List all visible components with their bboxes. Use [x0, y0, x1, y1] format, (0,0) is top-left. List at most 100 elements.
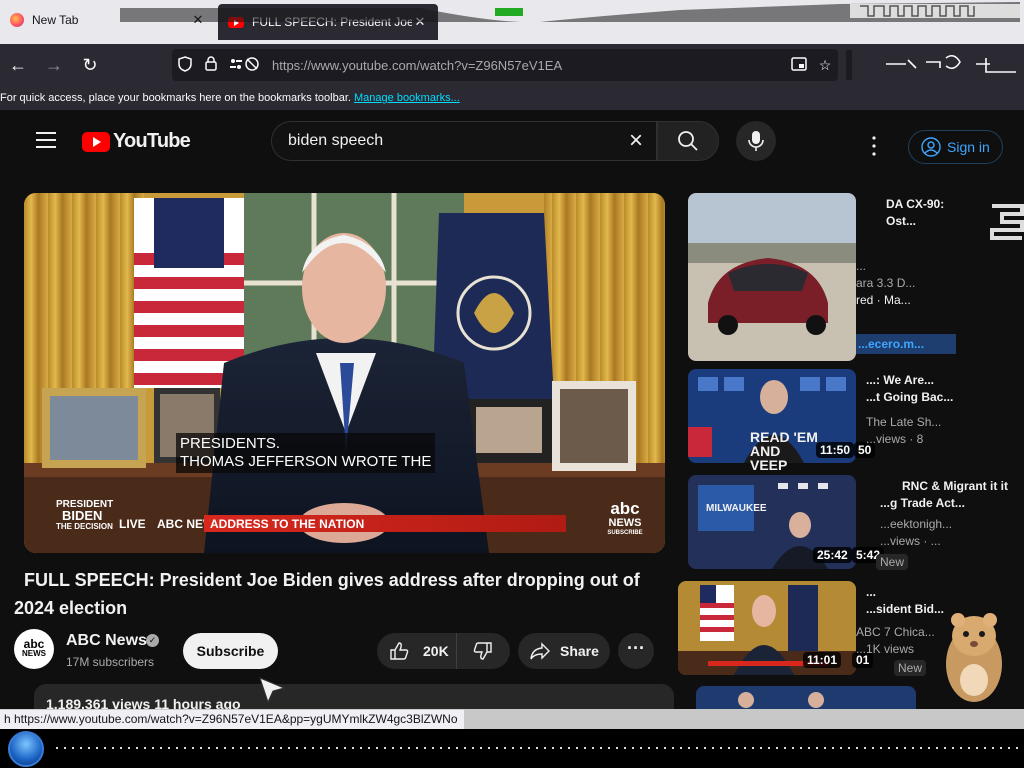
avatar-text: abc: [23, 637, 45, 651]
rec-line: ...views · 8: [866, 432, 924, 446]
recommended-meta: ABC 7 Chica... ...1K views: [856, 624, 935, 658]
url-text[interactable]: https://www.youtube.com/watch?v=Z96N57eV…: [272, 58, 786, 73]
recommended-title: ... ...sident Bid...: [866, 584, 944, 618]
recommended-meta: ... ara 3.3 D... red · Ma...: [856, 258, 915, 309]
status-strip: [464, 709, 1024, 729]
bookmarks-toolbar: For quick access, place your bookmarks h…: [0, 86, 1024, 110]
tab-bar: New Tab ✕ FULL SPEECH: President Joe Bid…: [0, 0, 1024, 44]
rec-line: Ost...: [886, 214, 917, 228]
forward-arrow-icon[interactable]: →: [36, 55, 72, 76]
caption-line: PRESIDENTS.: [180, 435, 281, 452]
sign-in-button[interactable]: Sign in: [908, 130, 1003, 164]
share-button[interactable]: Share: [518, 633, 610, 669]
recommended-title: ...: We Are... ...t Going Bac...: [866, 372, 953, 406]
rec-line: ...g Trade Act...: [880, 496, 965, 510]
firefox-icon: [10, 13, 24, 27]
share-arrow-icon: [530, 642, 550, 660]
search-button[interactable]: [657, 121, 719, 161]
recommended-thumbnail[interactable]: [688, 193, 856, 361]
rec-line: ...views · ...: [880, 534, 941, 548]
navigation-toolbar: ← → ↻ https://www.youtube.com/watch?v=Z9…: [0, 44, 1024, 86]
live-label: LIVE: [119, 517, 146, 531]
rec-line: ...: [866, 585, 877, 599]
avatar-text: NEWS: [22, 649, 46, 658]
voice-search-button[interactable]: [736, 121, 776, 161]
rec-line: ara 3.3 D...: [856, 276, 916, 290]
glitch-artifact: [990, 204, 1024, 240]
program-logo: PRESIDENT BIDEN THE DECISION: [56, 500, 113, 532]
microphone-icon: [748, 131, 764, 151]
recommended-meta: ...eektonigh... ...views · ...: [880, 516, 952, 550]
search-input[interactable]: biden speech ×: [271, 121, 657, 161]
thumbs-down-icon: [473, 642, 492, 660]
channel-avatar[interactable]: abc NEWS: [14, 629, 54, 669]
thumbnail-overlay-text: MILWAUKEE: [706, 503, 767, 514]
reload-icon[interactable]: ↻: [72, 55, 108, 76]
video-duration: 11:01: [803, 652, 842, 668]
lock-icon[interactable]: [198, 56, 224, 74]
rec-line: ABC 7 Chica...: [856, 625, 935, 639]
recommended-title: DA CX-90: Ost...: [886, 196, 944, 230]
rec-line: ...: [856, 259, 867, 273]
os-taskbar: [0, 729, 1024, 768]
more-actions-icon[interactable]: ···: [618, 633, 654, 669]
like-button[interactable]: 20K: [377, 633, 457, 669]
rec-line: ...t Going Bac...: [866, 390, 954, 404]
like-count: 20K: [423, 643, 449, 659]
like-dislike-group: 20K: [377, 633, 510, 669]
youtube-play-icon: [82, 131, 110, 152]
sign-in-label: Sign in: [947, 139, 990, 155]
picture-in-picture-icon[interactable]: [786, 56, 812, 74]
rec-line: ...1K views: [856, 642, 915, 656]
rec-line: The Late Sh...: [866, 415, 942, 429]
start-menu-icon[interactable]: [8, 731, 44, 767]
back-arrow-icon[interactable]: ←: [0, 55, 36, 76]
video-player[interactable]: [24, 193, 665, 553]
settings-dots-icon[interactable]: [868, 132, 904, 160]
hamburger-menu-icon[interactable]: [36, 132, 56, 153]
dislike-button[interactable]: [457, 633, 509, 669]
rec-line: red · Ma...: [856, 293, 911, 307]
bookmarks-hint: For quick access, place your bookmarks h…: [0, 92, 351, 104]
recommended-title: RNC & Migrant it it ...g Trade Act...: [880, 478, 1008, 512]
video-title: FULL SPEECH: President Joe Biden gives a…: [14, 570, 640, 618]
video-frame: [24, 193, 665, 553]
lower-third-headline: ADDRESS TO THE NATION: [210, 517, 365, 531]
program-line: BIDEN: [62, 508, 103, 523]
recommended-meta: The Late Sh... ...views · 8: [866, 414, 941, 448]
search-query[interactable]: biden speech: [288, 132, 616, 150]
mouse-cursor-icon: [259, 677, 286, 704]
video-captions: PRESIDENTS. THOMAS JEFFERSON WROTE THE: [176, 433, 436, 473]
address-bar[interactable]: https://www.youtube.com/watch?v=Z96N57eV…: [172, 49, 838, 81]
hamster-sticker: [946, 613, 1002, 702]
youtube-header: YouTube biden speech × Sign in: [0, 110, 1024, 172]
recommended-thumbnail[interactable]: [696, 686, 916, 709]
video-duration: 25:42: [813, 547, 852, 563]
permissions-icon[interactable]: [224, 56, 264, 75]
clear-search-icon[interactable]: ×: [616, 127, 656, 155]
share-label: Share: [560, 643, 599, 659]
abc-bug-text: abc: [610, 499, 640, 518]
thumbs-up-icon: [390, 642, 409, 660]
rec-line: DA CX-90:: [886, 197, 945, 211]
subscribe-button[interactable]: Subscribe: [183, 633, 278, 669]
account-icon: [921, 137, 941, 157]
screen-glitch-artifact: [120, 2, 1020, 22]
manage-bookmarks-link[interactable]: Manage bookmarks...: [354, 92, 460, 104]
subscriber-count: 17M subscribers: [66, 655, 155, 669]
search-icon: [678, 131, 698, 151]
rec-line: RNC & Migrant it it: [902, 479, 1008, 493]
link-status-bar: h https://www.youtube.com/watch?v=Z96N57…: [0, 709, 464, 729]
youtube-logo[interactable]: YouTube: [82, 130, 191, 153]
rec-line: ...sident Bid...: [866, 602, 945, 616]
video-duration: 11:50: [816, 442, 855, 458]
abc-bug-text: NEWS: [608, 517, 642, 529]
thumbnail-overlay-text: READ 'EM AND VEEP: [750, 429, 818, 473]
caption-line: THOMAS JEFFERSON WROTE THE: [180, 453, 432, 470]
bookmark-star-icon[interactable]: ☆: [812, 57, 838, 74]
recommended-caption: ...ecero.m...: [858, 337, 925, 351]
shield-icon[interactable]: [172, 55, 198, 75]
rec-line: ...eektonigh...: [880, 517, 953, 531]
channel-name[interactable]: ABC News: [66, 632, 147, 650]
taskbar-divider: [56, 747, 1024, 749]
